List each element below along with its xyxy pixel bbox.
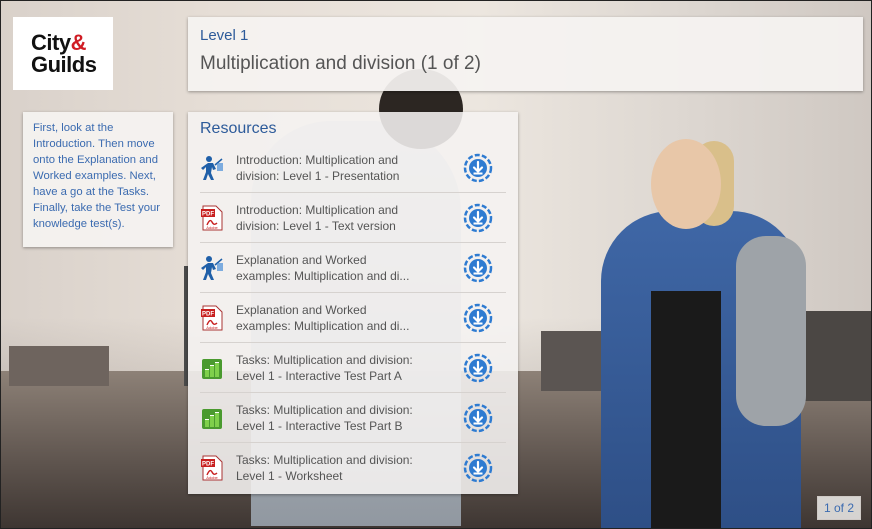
resource-title[interactable]: Tasks: Multiplication and division: Level… — [236, 402, 441, 434]
resources-panel: Resources Introduction: Multiplication a… — [188, 112, 518, 494]
resource-title-line: Tasks: Multiplication and division: — [236, 352, 413, 367]
background-building — [9, 346, 109, 386]
svg-text:PDF: PDF — [202, 311, 214, 317]
logo-text-city: City — [31, 29, 71, 55]
resource-title-line: Tasks: Multiplication and division: — [236, 453, 413, 467]
resource-title-line: Explanation and Worked — [236, 302, 367, 317]
page-title: Multiplication and division (1 of 2) — [200, 53, 481, 74]
background-person-woman-shirt — [651, 291, 721, 528]
svg-text:PDF: PDF — [202, 211, 214, 217]
resource-title-line: Level 1 - Interactive Test Part A — [236, 368, 402, 383]
page-indicator[interactable]: 1 of 2 — [817, 496, 861, 520]
svg-text:Adobe: Adobe — [206, 475, 218, 480]
svg-text:Adobe: Adobe — [206, 325, 218, 330]
resource-title-line: Explanation and Worked — [236, 252, 367, 267]
resource-title-line: Introduction: Multiplication and — [236, 152, 399, 167]
page-header: Level 1 Multiplication and division (1 o… — [188, 17, 863, 91]
resource-title[interactable]: Tasks: Multiplication and division: Level… — [236, 352, 441, 384]
resource-title[interactable]: Introduction: Multiplication and division… — [236, 202, 441, 234]
download-icon[interactable] — [463, 403, 493, 433]
download-icon[interactable] — [463, 153, 493, 183]
resources-list: Introduction: Multiplication and division… — [200, 143, 506, 493]
interactive-test-icon — [200, 355, 224, 381]
resource-title[interactable]: Explanation and Worked examples: Multipli… — [236, 252, 441, 284]
resources-heading: Resources — [200, 120, 277, 137]
pdf-file-icon: PDF Adobe — [200, 205, 224, 231]
city-and-guilds-logo: City& Guilds — [13, 17, 113, 90]
logo-ampersand: & — [70, 29, 87, 55]
download-icon[interactable] — [463, 353, 493, 383]
instructions-panel: First, look at the Introduction. Then mo… — [23, 112, 173, 247]
slide-frame: City& Guilds Level 1 Multiplication and … — [0, 0, 872, 529]
level-label: Level 1 — [200, 27, 249, 44]
resource-title[interactable]: Introduction: Multiplication and division… — [236, 152, 441, 184]
resource-title-line: Tasks: Multiplication and division: — [236, 402, 413, 417]
resource-title-line: division: Level 1 - Presentation — [236, 168, 400, 183]
background-person-woman-head — [651, 139, 721, 229]
resource-title-line: division: Level 1 - Text version — [236, 218, 396, 233]
background-building — [801, 311, 871, 401]
resource-title-line: examples: Multiplication and di... — [236, 268, 410, 283]
presentation-icon — [200, 255, 224, 281]
resource-title-line: examples: Multiplication and di... — [236, 318, 410, 333]
download-icon[interactable] — [463, 303, 493, 333]
download-icon[interactable] — [463, 453, 493, 483]
resource-item[interactable]: Explanation and Worked examples: Multipli… — [200, 243, 506, 293]
interactive-test-icon — [200, 405, 224, 431]
resource-title[interactable]: Explanation and Worked examples: Multipli… — [236, 302, 441, 334]
resource-item[interactable]: Tasks: Multiplication and division: Level… — [200, 343, 506, 393]
instructions-text: First, look at the Introduction. Then mo… — [33, 122, 161, 230]
pdf-file-icon: PDF Adobe — [200, 455, 224, 481]
background-person-woman-sleeve — [736, 236, 806, 426]
resource-item[interactable]: PDF Adobe Introduction: Multiplication and… — [200, 193, 506, 243]
logo-text-guilds: Guilds — [31, 51, 97, 77]
resource-title-line: Level 1 - Interactive Test Part B — [236, 418, 403, 433]
svg-text:PDF: PDF — [202, 462, 214, 468]
resource-title-line: Introduction: Multiplication and — [236, 202, 399, 217]
resource-item[interactable]: Introduction: Multiplication and division… — [200, 143, 506, 193]
download-icon[interactable] — [463, 203, 493, 233]
presentation-icon — [200, 155, 224, 181]
svg-text:Adobe: Adobe — [206, 225, 218, 230]
resource-item[interactable]: Tasks: Multiplication and division: Level… — [200, 393, 506, 443]
resource-title-line: Level 1 - Worksheet — [236, 469, 343, 483]
download-icon[interactable] — [463, 253, 493, 283]
resource-title[interactable]: Tasks: Multiplication and division: Level… — [236, 452, 441, 484]
resource-item[interactable]: PDF Adobe Tasks: Multiplication and divisi… — [200, 443, 506, 493]
pdf-file-icon: PDF Adobe — [200, 305, 224, 331]
resource-item[interactable]: PDF Adobe Explanation and Worked examples: … — [200, 293, 506, 343]
